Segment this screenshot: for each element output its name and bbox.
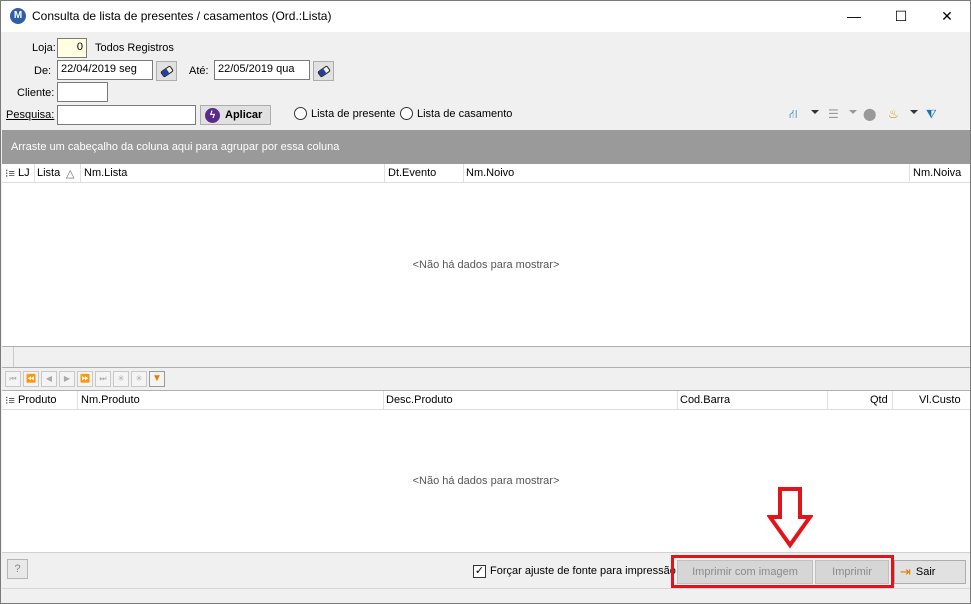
loja-label: Loja: xyxy=(32,42,56,54)
radio-lista-casamento[interactable]: Lista de casamento xyxy=(400,107,512,120)
maximize-button[interactable]: ☐ xyxy=(878,1,924,32)
column-separator xyxy=(909,164,910,183)
close-button[interactable]: ✕ xyxy=(924,1,970,32)
date-to-field[interactable]: 22/05/2019 qua xyxy=(214,60,310,80)
record-navigator: ⏮ ⏪ ◀ ▶ ⏩ ⏭ ✳ ✳ ▼ xyxy=(2,369,970,389)
help-button[interactable]: ? xyxy=(7,559,28,579)
exit-button-label: Sair xyxy=(915,566,936,578)
dropdown-arrow-icon[interactable] xyxy=(811,110,819,114)
products-grid[interactable]: ⁝≡ Produto Nm.Produto Desc.Produto Cod.B… xyxy=(2,390,970,552)
clear-date-to-button[interactable] xyxy=(313,61,334,81)
exit-door-icon: ⇥ xyxy=(900,564,911,579)
force-font-checkbox[interactable]: ✓ xyxy=(473,565,486,578)
brush-icon[interactable]: ♨ xyxy=(888,107,899,121)
clear-date-from-button[interactable] xyxy=(156,61,177,81)
column-header-nm-noivo[interactable]: Nm.Noivo xyxy=(466,167,514,179)
bookmark-button[interactable]: ✳ xyxy=(113,371,129,387)
dropdown-arrow-icon[interactable] xyxy=(849,110,857,114)
column-header-nm-produto[interactable]: Nm.Produto xyxy=(81,394,140,406)
status-strip xyxy=(2,588,970,603)
column-separator xyxy=(677,391,678,410)
main-window: M Consulta de lista de presentes / casam… xyxy=(0,0,971,604)
products-grid-header: ⁝≡ Produto Nm.Produto Desc.Produto Cod.B… xyxy=(2,391,970,410)
column-header-desc-produto[interactable]: Desc.Produto xyxy=(386,394,453,406)
column-separator xyxy=(827,391,828,410)
hierarchy-icon[interactable]: ⛙ xyxy=(789,107,797,123)
column-header-produto[interactable]: Produto xyxy=(18,394,57,406)
ate-label: Até: xyxy=(189,65,209,77)
filter-icon[interactable]: ⧨ xyxy=(926,107,937,122)
empty-message: <Não há dados para mostrar> xyxy=(412,259,560,271)
radio-circle xyxy=(294,107,307,120)
scrollbar-left-area[interactable] xyxy=(2,347,14,367)
de-label: De: xyxy=(34,65,52,77)
column-header-lj[interactable]: LJ xyxy=(18,167,30,179)
column-chooser-icon[interactable]: ⁝≡ xyxy=(5,394,15,407)
loja-field[interactable]: 0 xyxy=(57,38,87,58)
column-separator xyxy=(34,164,35,183)
bottom-bar: ? ✓ Forçar ajuste de fonte para impressã… xyxy=(2,552,970,588)
empty-message: <Não há dados para mostrar> xyxy=(412,475,560,487)
print-with-image-button[interactable]: Imprimir com imagem xyxy=(677,560,813,584)
title-bar: M Consulta de lista de presentes / casam… xyxy=(1,1,970,32)
lists-grid-header: ⁝≡ LJ Lista △ Nm.Lista Dt.Evento Nm.Noiv… xyxy=(2,164,970,183)
previous-page-button[interactable]: ⏪ xyxy=(23,371,39,387)
apply-button[interactable]: ϟ Aplicar xyxy=(200,105,271,125)
pesquisa-label: Pesquisa: xyxy=(6,109,55,121)
print-button[interactable]: Imprimir xyxy=(815,560,889,584)
filter-button[interactable]: ▼ xyxy=(149,371,165,387)
column-header-lista[interactable]: Lista xyxy=(37,167,60,179)
window-title: Consulta de lista de presentes / casamen… xyxy=(32,9,332,23)
column-separator xyxy=(77,391,78,410)
next-page-button[interactable]: ⏩ xyxy=(77,371,93,387)
column-header-nm-noiva[interactable]: Nm.Noiva xyxy=(913,167,961,179)
column-header-nm-lista[interactable]: Nm.Lista xyxy=(84,167,127,179)
sort-ascending-icon: △ xyxy=(66,168,75,180)
dropdown-arrow-icon[interactable] xyxy=(910,110,918,114)
column-separator xyxy=(80,164,81,183)
last-record-button[interactable]: ⏭ xyxy=(95,371,111,387)
group-by-bar[interactable]: Arraste um cabeçalho da coluna aqui para… xyxy=(2,130,970,164)
lightning-icon: ϟ xyxy=(205,107,220,123)
column-header-qtd[interactable]: Qtd xyxy=(870,394,888,406)
radio-lista-presente[interactable]: Lista de presente xyxy=(294,107,395,120)
column-separator xyxy=(384,164,385,183)
first-record-button[interactable]: ⏮ xyxy=(5,371,21,387)
radio-circle xyxy=(400,107,413,120)
exit-button[interactable]: ⇥ Sair xyxy=(894,560,966,584)
cliente-label: Cliente: xyxy=(17,87,55,99)
column-header-dt-evento[interactable]: Dt.Evento xyxy=(388,167,436,179)
lists-grid[interactable]: ⁝≡ LJ Lista △ Nm.Lista Dt.Evento Nm.Noiv… xyxy=(2,164,970,346)
search-input[interactable] xyxy=(57,105,196,125)
circle-icon[interactable]: ⬤ xyxy=(863,107,876,121)
radio-lista-casamento-label: Lista de casamento xyxy=(417,107,513,120)
column-chooser-icon[interactable]: ⁝≡ xyxy=(5,167,15,180)
date-from-field[interactable]: 22/04/2019 seg xyxy=(57,60,153,80)
column-separator xyxy=(383,391,384,410)
column-header-cod-barra[interactable]: Cod.Barra xyxy=(680,394,730,406)
cliente-field[interactable] xyxy=(57,82,108,102)
radio-lista-presente-label: Lista de presente xyxy=(311,107,396,120)
column-separator xyxy=(892,391,893,410)
next-record-button[interactable]: ▶ xyxy=(59,371,75,387)
column-separator xyxy=(463,164,464,183)
eraser-icon xyxy=(316,64,331,78)
annotation-arrow-icon xyxy=(767,487,813,549)
column-header-vl-custo[interactable]: Vl.Custo xyxy=(919,394,961,406)
apply-button-label: Aplicar xyxy=(225,109,263,121)
loja-description: Todos Registros xyxy=(95,42,174,54)
app-icon: M xyxy=(10,8,26,24)
minimize-button[interactable]: — xyxy=(831,1,877,32)
previous-record-button[interactable]: ◀ xyxy=(41,371,57,387)
force-font-label[interactable]: Forçar ajuste de fonte para impressão xyxy=(490,565,676,577)
list-icon[interactable]: ☰ xyxy=(828,107,839,121)
horizontal-scrollbar[interactable] xyxy=(2,346,970,368)
goto-bookmark-button[interactable]: ✳ xyxy=(131,371,147,387)
eraser-icon xyxy=(159,64,174,78)
